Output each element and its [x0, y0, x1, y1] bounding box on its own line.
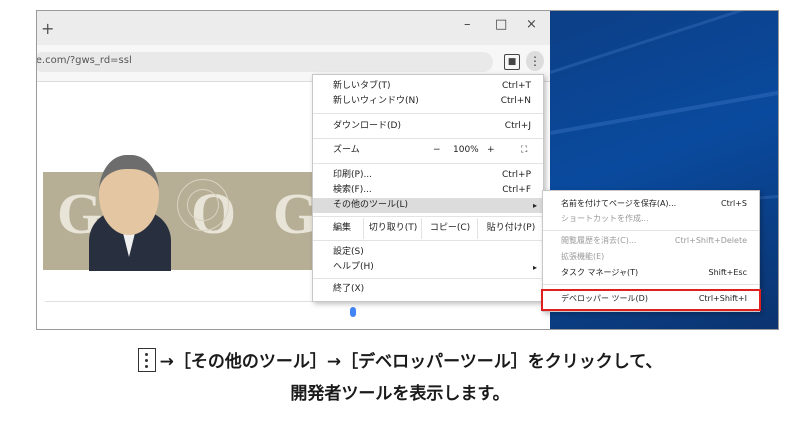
microphone-icon[interactable]	[350, 307, 356, 317]
submenu-item-task-manager[interactable]: タスク マネージャ(T) Shift+Esc	[543, 266, 759, 280]
chrome-menu: 新しいタブ(T) Ctrl+T 新しいウィンドウ(N) Ctrl+N ダウンロード(…	[312, 74, 544, 302]
doodle-ring	[187, 189, 219, 221]
close-button[interactable]: ×	[526, 17, 537, 32]
caption-line-2: 開発者ツールを表示します。	[290, 384, 510, 404]
menu-item-print[interactable]: 印刷(P)... Ctrl+P	[313, 168, 543, 183]
menu-item-exit[interactable]: 終了(X)	[313, 282, 543, 297]
kebab-menu-icon	[137, 348, 156, 372]
menu-item-find[interactable]: 検索(F)... Ctrl+F	[313, 183, 543, 198]
title-bar: + – □ ×	[37, 11, 550, 45]
menu-item-downloads[interactable]: ダウンロード(D) Ctrl+J	[313, 119, 543, 134]
zoom-level: 100%	[453, 145, 479, 155]
caption-line-1: →［その他のツール］→［デベロッパーツール］をクリックして、	[0, 347, 800, 374]
cut-button[interactable]: 切り取り(T)	[363, 218, 422, 239]
submenu-arrow-icon: ▸	[532, 201, 537, 210]
omnibox[interactable]: le.com/?gws_rd=ssl	[36, 52, 493, 72]
menu-item-new-window[interactable]: 新しいウィンドウ(N) Ctrl+N	[313, 94, 543, 109]
kebab-menu-icon[interactable]: ⋮	[526, 51, 544, 71]
search-box[interactable]	[45, 301, 375, 324]
fullscreen-icon[interactable]: ⛶	[521, 143, 527, 158]
copy-button[interactable]: コピー(C)	[421, 218, 478, 239]
menu-item-help[interactable]: ヘルプ(H) ▸	[313, 260, 543, 275]
submenu-item-create-shortcut[interactable]: ショートカットを作成...	[543, 212, 759, 226]
maximize-button[interactable]: □	[495, 17, 507, 32]
new-tab-button[interactable]: +	[41, 19, 54, 38]
menu-item-zoom: ズーム − 100% + ⛶	[313, 143, 543, 158]
menu-item-more-tools[interactable]: その他のツール(L) ▸	[313, 198, 543, 213]
url-text: le.com/?gws_rd=ssl	[36, 55, 132, 66]
doodle-figure-face	[99, 155, 159, 235]
menu-edit-row: 編集 切り取り(T) コピー(C) 貼り付け(P)	[313, 218, 543, 239]
zoom-out-button[interactable]: −	[433, 143, 441, 158]
submenu-item-save-page[interactable]: 名前を付けてページを保存(A)... Ctrl+S	[543, 197, 759, 211]
minimize-button[interactable]: –	[464, 17, 471, 32]
submenu-item-extensions[interactable]: 拡張機能(E)	[543, 250, 759, 264]
zoom-in-button[interactable]: +	[487, 143, 495, 158]
developer-tools-highlight	[541, 289, 761, 311]
menu-item-settings[interactable]: 設定(S)	[313, 245, 543, 260]
profile-icon[interactable]: ■	[504, 54, 520, 70]
submenu-arrow-icon: ▸	[532, 263, 537, 272]
menu-item-new-tab[interactable]: 新しいタブ(T) Ctrl+T	[313, 79, 543, 94]
paste-button[interactable]: 貼り付け(P)	[477, 218, 544, 239]
submenu-item-clear-history[interactable]: 閲覧履歴を消去(C)... Ctrl+Shift+Delete	[543, 234, 759, 248]
